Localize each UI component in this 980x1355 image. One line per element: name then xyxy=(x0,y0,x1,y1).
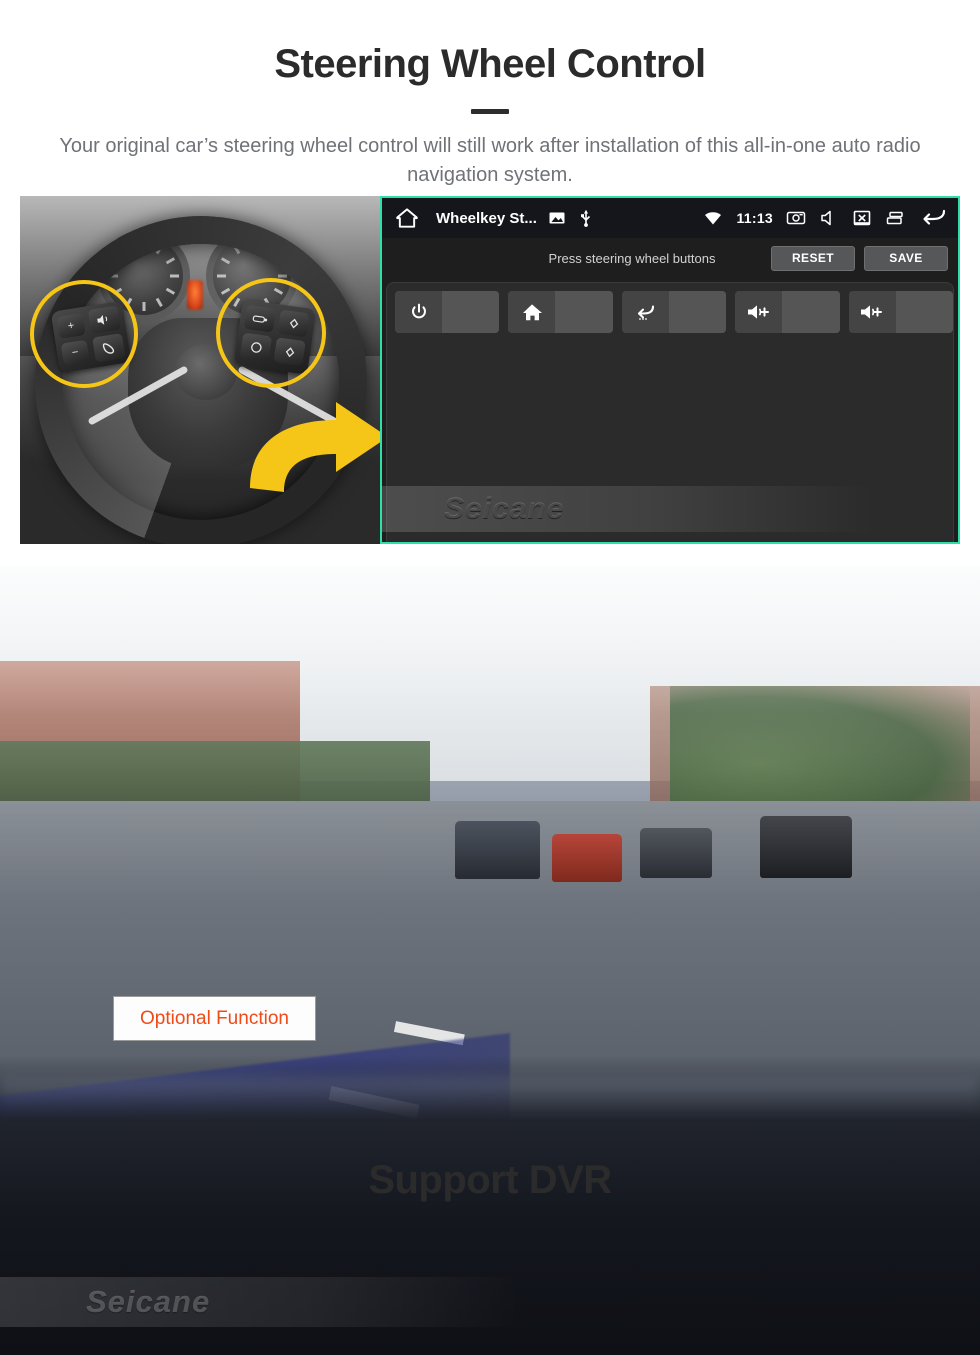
speaker-mute-icon[interactable] xyxy=(819,208,839,228)
brand-watermark: Seicane xyxy=(444,492,565,525)
wheel-key-back[interactable] xyxy=(621,291,727,333)
support-dvr-section: Support DVR (Optional function, require … xyxy=(0,566,980,1355)
head-unit-screen: Wheelkey St... 11:13 Press steering whee… xyxy=(380,196,960,544)
volume-up-glyph-icon xyxy=(861,305,883,319)
press-hint-label: Press steering wheel buttons xyxy=(548,250,716,266)
steering-wheel-photo: + − xyxy=(20,196,380,544)
wheel-key-assign-slot[interactable] xyxy=(555,291,613,333)
app-title: Wheelkey St... xyxy=(436,209,537,227)
save-button[interactable]: SAVE xyxy=(864,245,948,271)
status-bar: Wheelkey St... 11:13 xyxy=(382,198,958,238)
wifi-icon xyxy=(705,212,722,225)
recent-apps-icon[interactable] xyxy=(885,208,905,228)
screen-off-icon[interactable] xyxy=(852,208,872,228)
volume-up-icon xyxy=(848,291,896,333)
wheel-key-assign-slot[interactable] xyxy=(895,291,954,333)
home-icon xyxy=(508,291,556,333)
car-ahead-1 xyxy=(455,821,540,879)
trees-right xyxy=(670,686,970,816)
wheel-keys-row xyxy=(395,291,954,333)
image-icon xyxy=(549,212,565,224)
highlight-circle-left xyxy=(30,280,138,388)
optional-function-button[interactable]: Optional Function xyxy=(113,996,316,1041)
power-icon xyxy=(395,291,442,333)
screenshot-camera-icon[interactable] xyxy=(786,208,806,228)
wheel-key-power[interactable] xyxy=(395,291,500,333)
wheel-key-assign-slot[interactable] xyxy=(782,291,840,333)
highlight-circle-right xyxy=(216,278,326,388)
watermark-band: Seicane xyxy=(382,486,874,532)
title-divider xyxy=(471,109,509,114)
clock: 11:13 xyxy=(736,210,773,226)
toolbar-row: Press steering wheel buttons RESET SAVE xyxy=(382,238,958,278)
car-ahead-3 xyxy=(640,828,712,878)
volume-up-icon xyxy=(735,291,783,333)
back-arrow-icon[interactable] xyxy=(918,206,948,230)
brand-watermark: Seicane xyxy=(86,1284,211,1319)
watermark-band: Seicane xyxy=(0,1277,520,1327)
car-ahead-2 xyxy=(552,834,622,882)
power-glyph-icon xyxy=(411,303,426,319)
home-icon[interactable] xyxy=(394,205,420,231)
back-glyph-icon xyxy=(638,305,655,320)
wheel-key-home[interactable] xyxy=(508,291,613,333)
status-right-icons: 11:13 xyxy=(703,206,948,230)
wheel-key-volume-up-2[interactable] xyxy=(848,291,954,333)
status-mini-icons xyxy=(547,208,596,228)
wheel-key-assign-slot[interactable] xyxy=(668,291,727,333)
volume-up-glyph-icon xyxy=(747,305,769,319)
page-subtitle: Your original car’s steering wheel contr… xyxy=(59,135,921,186)
usb-icon xyxy=(580,210,590,227)
car-ahead-4 xyxy=(760,816,852,878)
section-title: Support DVR xyxy=(368,1158,612,1202)
yellow-arrow-icon xyxy=(250,402,380,492)
steering-wheel-control-section: Steering Wheel Control Your original car… xyxy=(0,0,980,566)
home-glyph-icon xyxy=(522,304,542,321)
wheel-key-assign-slot[interactable] xyxy=(442,291,500,333)
wheel-key-volume-up-1[interactable] xyxy=(735,291,840,333)
page-title: Steering Wheel Control xyxy=(274,42,706,86)
back-icon xyxy=(621,291,669,333)
reset-button[interactable]: RESET xyxy=(771,245,855,271)
media-strip: + − Wheelkey St... 11:13 Press steering … xyxy=(20,196,960,544)
